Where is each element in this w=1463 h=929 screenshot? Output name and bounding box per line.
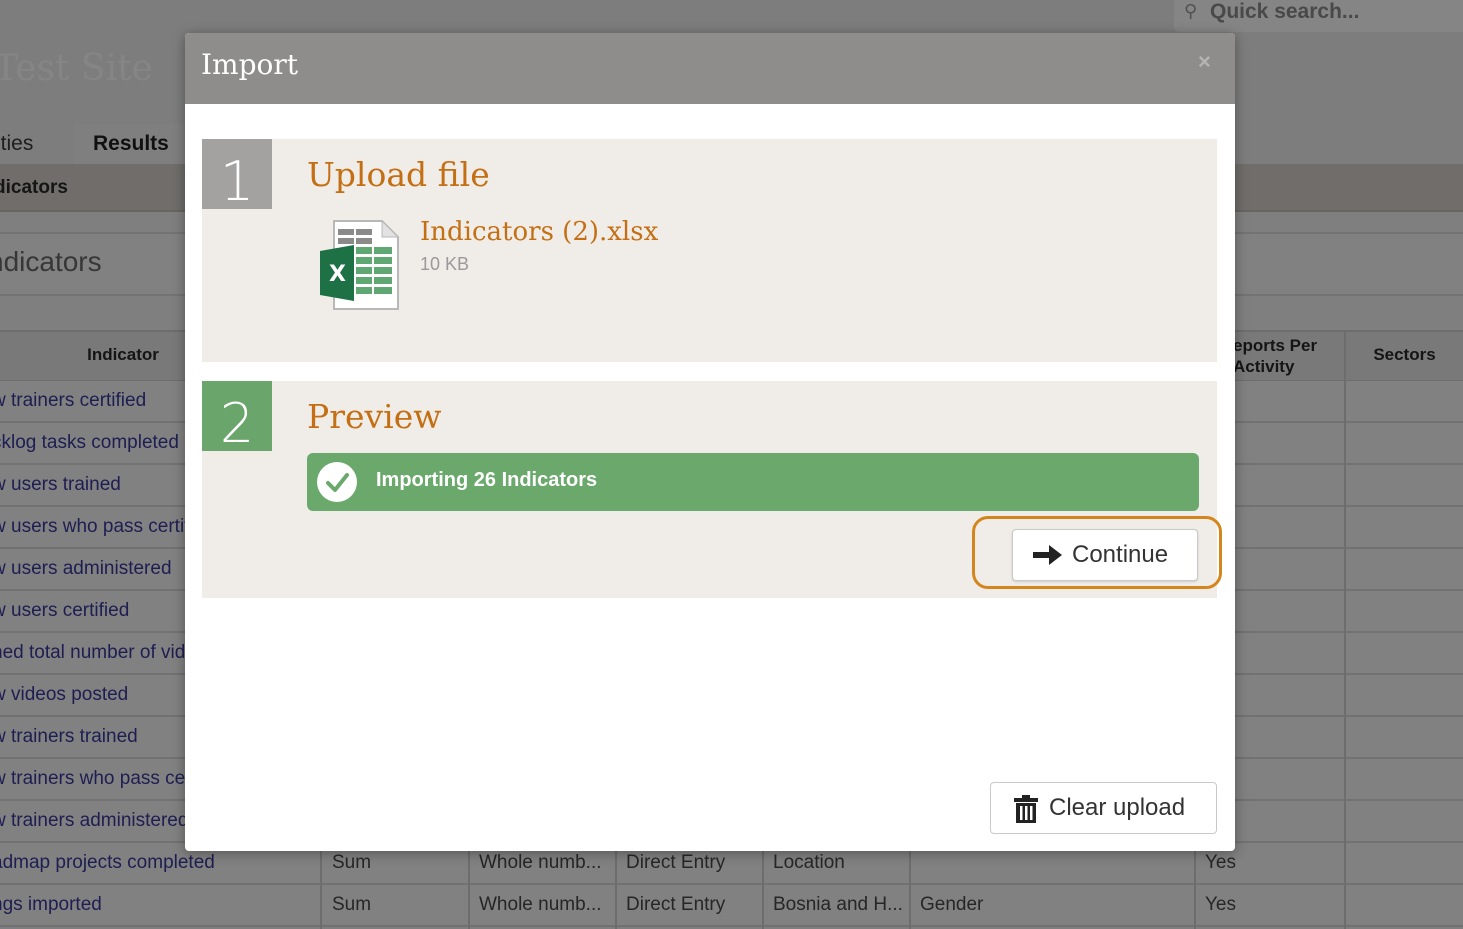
excel-file-icon: X <box>320 219 400 310</box>
modal-title: Import <box>201 48 299 81</box>
continue-label: Continue <box>1072 541 1169 568</box>
step-upload-file: 1 Upload file X Indicators (2).xlsx 10 K… <box>202 139 1217 362</box>
step-preview: 2 Preview Importing 26 Indicators Contin… <box>202 381 1222 598</box>
modal-header: Import × <box>185 33 1235 104</box>
clear-upload-button[interactable]: Clear upload <box>990 782 1217 834</box>
import-modal: Import × 1 Upload file X Indicators (2).… <box>185 33 1235 851</box>
step-number: 2 <box>202 381 272 455</box>
step-title: Preview <box>307 397 442 436</box>
step-title: Upload file <box>307 155 490 194</box>
close-icon[interactable]: × <box>1198 49 1211 75</box>
trash-icon <box>1014 795 1038 823</box>
arrow-right-icon <box>1033 545 1062 565</box>
check-circle-icon <box>317 462 357 502</box>
import-status-text: Importing 26 Indicators <box>376 469 598 491</box>
uploaded-file-name[interactable]: Indicators (2).xlsx <box>420 217 658 247</box>
clear-upload-label: Clear upload <box>1049 794 1186 821</box>
import-status-bar: Importing 26 Indicators <box>307 453 1199 511</box>
step-number: 1 <box>202 139 272 213</box>
svg-text:X: X <box>329 262 346 287</box>
uploaded-file-size: 10 KB <box>420 254 470 274</box>
continue-button[interactable]: Continue <box>1012 529 1198 581</box>
